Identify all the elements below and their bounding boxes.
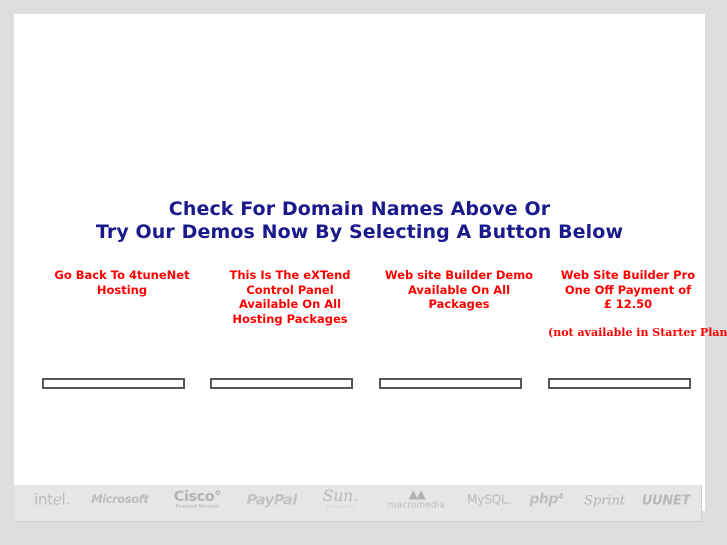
caption-line: Available On All bbox=[238, 297, 342, 311]
macromedia-mark-icon: ▲▲ bbox=[408, 486, 426, 502]
caption-line: Hosting bbox=[96, 282, 148, 297]
partner-logo-inner: intℯl. Microsoft Cisco° Powered Network … bbox=[14, 485, 701, 514]
page-title: Check For Domain Names Above Or Try Our … bbox=[14, 198, 705, 244]
caption-line: Web site Builder Demo bbox=[384, 268, 534, 282]
cisco-tagline: Powered Network bbox=[175, 503, 220, 509]
page-root: Check For Domain Names Above Or Try Our … bbox=[0, 0, 727, 545]
demo-column-go-back-hosting: Go Back To 4tuneNet Hosting bbox=[42, 268, 202, 297]
intel-logo: intℯl. bbox=[34, 490, 70, 509]
microsoft-logo: Microsoft bbox=[91, 493, 149, 507]
macromedia-logo: ▲▲ macromedia bbox=[378, 485, 456, 514]
demo-buttons-row bbox=[28, 378, 698, 398]
demo-caption: Web site Builder Demo Available On All P… bbox=[379, 268, 539, 312]
demo-button-website-builder-pro[interactable] bbox=[548, 378, 691, 389]
content-area: Check For Domain Names Above Or Try Our … bbox=[14, 14, 727, 511]
headline-line-1: Check For Domain Names Above Or bbox=[168, 198, 551, 220]
demo-caption: Go Back To 4tuneNet Hosting bbox=[42, 268, 202, 297]
demo-columns: Go Back To 4tuneNet Hosting This Is The … bbox=[28, 268, 727, 378]
caption-line: Go Back To 4tuneNet bbox=[54, 268, 190, 282]
cisco-logo: Cisco° Powered Network bbox=[158, 485, 237, 514]
demo-button-website-builder-demo[interactable] bbox=[379, 378, 522, 389]
demo-button-go-back-hosting[interactable] bbox=[42, 378, 185, 389]
caption-line: £ 12.50 bbox=[603, 297, 653, 311]
demo-caption: Web Site Builder Pro One Off Payment of … bbox=[548, 268, 708, 312]
demo-button-extend-control-panel[interactable] bbox=[210, 378, 353, 389]
caption-line: Web Site Builder Pro bbox=[560, 268, 696, 282]
demo-caption: This Is The eXTend Control Panel Availab… bbox=[210, 268, 370, 326]
sun-tagline: microsystems bbox=[325, 505, 355, 510]
caption-line: Hosting Packages bbox=[232, 311, 348, 326]
caption-line: Control Panel bbox=[246, 282, 334, 297]
partner-logo-strip: intℯl. Microsoft Cisco° Powered Network … bbox=[14, 485, 702, 522]
caption-line: Available On All bbox=[407, 282, 511, 297]
caption-line: Packages bbox=[428, 297, 490, 311]
sun-wordmark: Sun. bbox=[322, 487, 359, 506]
caption-line: One Off Payment of bbox=[564, 282, 692, 297]
sun-logo: Sun. microsystems bbox=[308, 485, 373, 514]
php-logo: php⁴ bbox=[529, 491, 564, 508]
demo-column-website-builder-pro: Web Site Builder Pro One Off Payment of … bbox=[548, 268, 727, 339]
headline-line-2: Try Our Demos Now By Selecting A Button … bbox=[95, 221, 624, 243]
cisco-wordmark: Cisco° bbox=[173, 487, 222, 505]
demo-column-extend-control-panel: This Is The eXTend Control Panel Availab… bbox=[210, 268, 370, 326]
uunet-logo: UUNET bbox=[641, 491, 691, 508]
mysql-logo: MySQL. bbox=[467, 492, 512, 507]
macromedia-wordmark: macromedia bbox=[387, 499, 445, 511]
paypal-logo: PayPal bbox=[246, 491, 298, 509]
caption-line: This Is The eXTend bbox=[229, 268, 351, 282]
starter-plan-note: (not available in Starter Plan) bbox=[548, 325, 727, 339]
demo-column-website-builder-demo: Web site Builder Demo Available On All P… bbox=[379, 268, 539, 312]
sprint-logo: Sprint bbox=[584, 491, 626, 508]
